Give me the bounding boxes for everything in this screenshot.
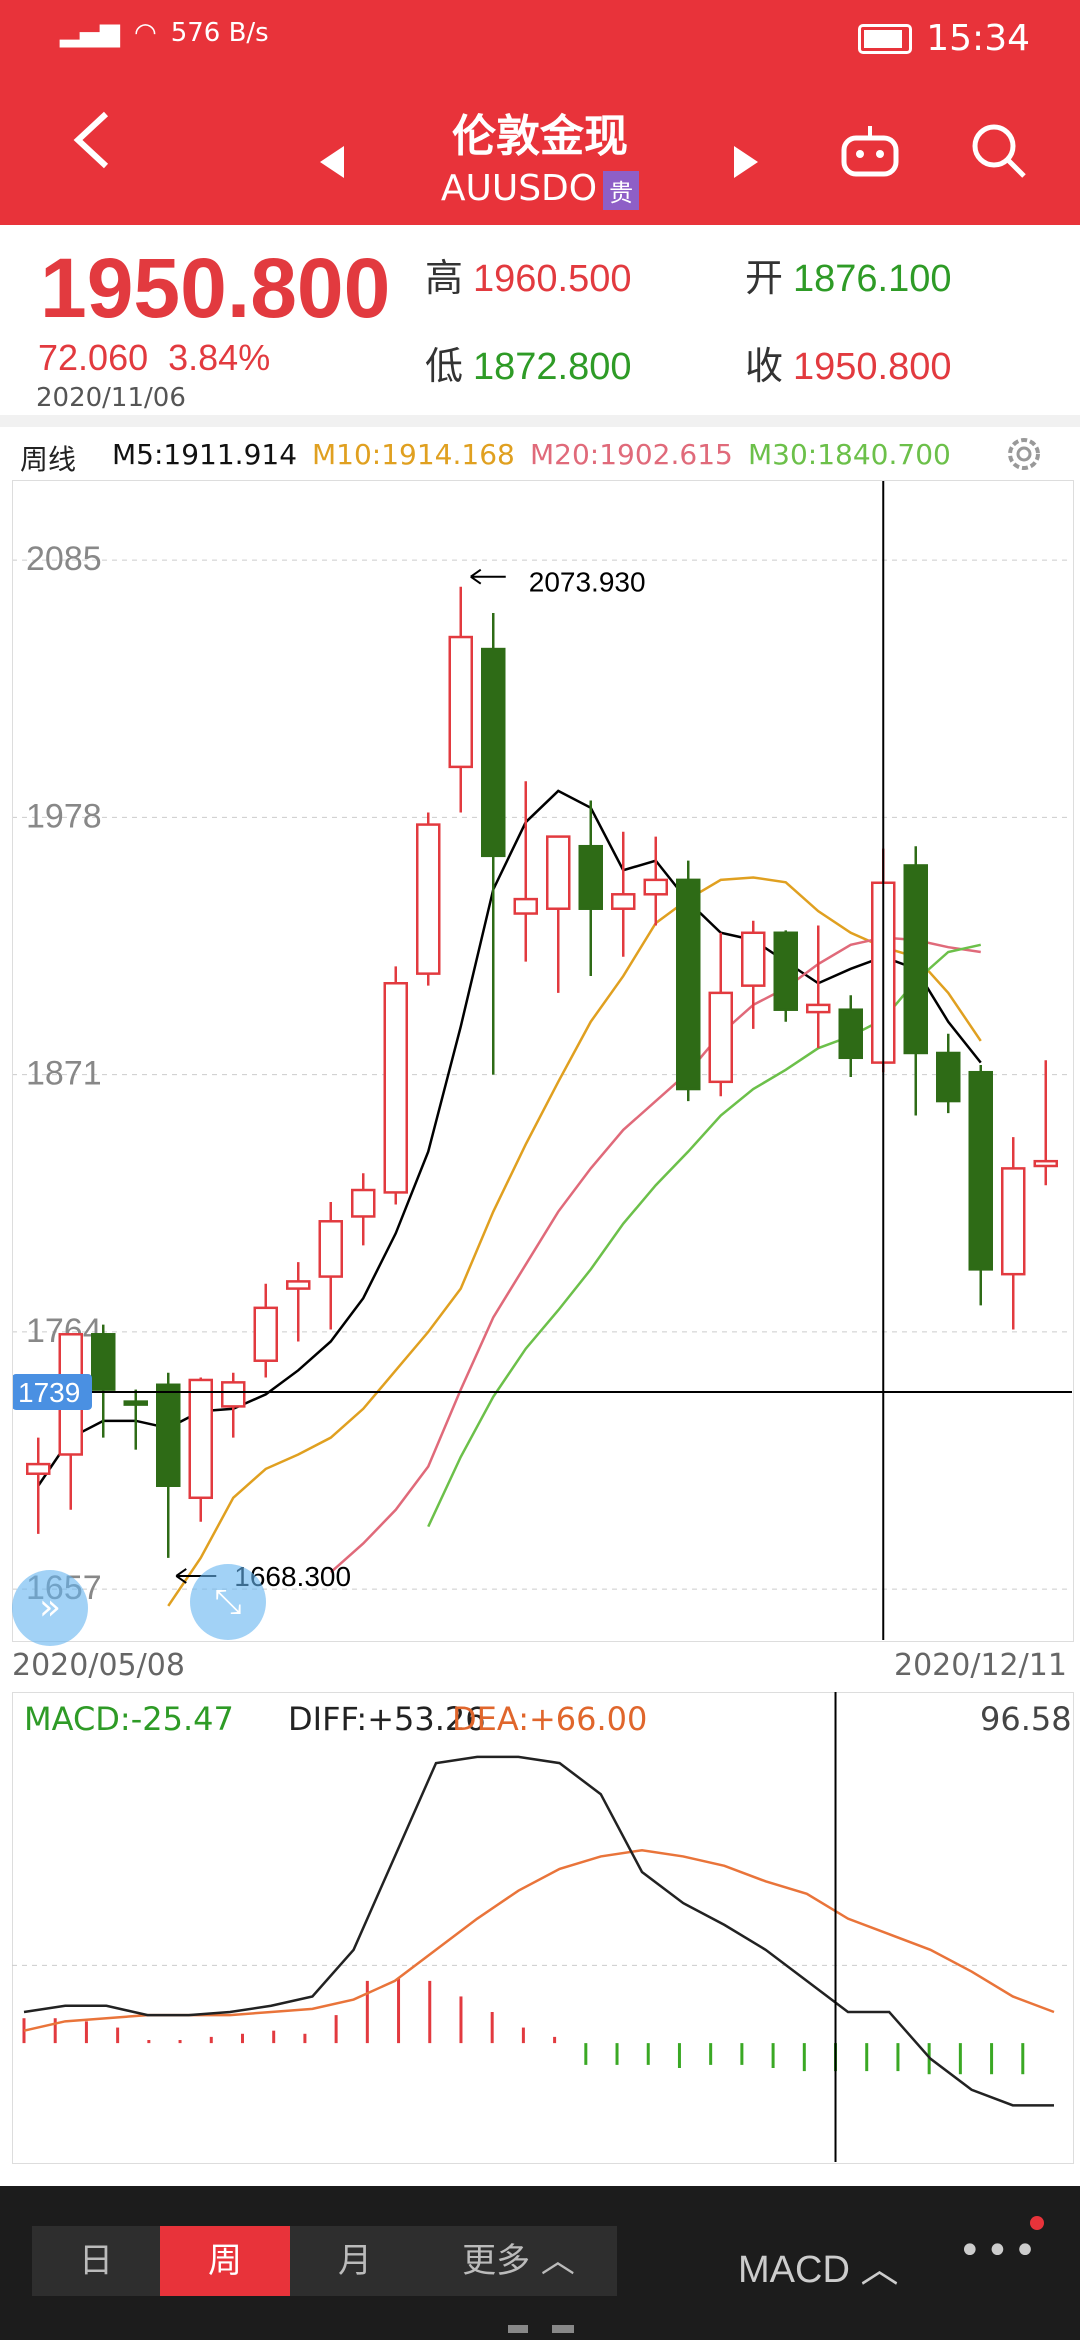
x-end-date: 2020/12/11 xyxy=(894,1648,1067,1683)
chevron-up-icon: ︿ xyxy=(540,2241,575,2281)
macd-value: MACD:-25.47 xyxy=(24,1700,234,1738)
period-label: 周线 xyxy=(20,443,77,476)
close-field: 收 1950.800 xyxy=(745,335,952,390)
m30-label: M30:1840.700 xyxy=(748,438,951,471)
diff-line xyxy=(23,1755,1054,2107)
more-menu-button[interactable]: ••• xyxy=(958,2228,1041,2274)
indicator-selector[interactable]: MACD ︿ xyxy=(738,2238,898,2293)
x-start-date: 2020/05/08 xyxy=(12,1648,185,1683)
status-icons: ▂▄▆ ◠ 576 B/s xyxy=(60,18,269,48)
m20-label: M20:1902.615 xyxy=(530,438,733,471)
separator xyxy=(0,415,1080,427)
open-field: 开 1876.100 xyxy=(745,247,952,302)
dea-line xyxy=(23,1848,1055,2032)
battery-icon xyxy=(858,23,913,54)
search-icon[interactable] xyxy=(968,120,1028,193)
category-badge: 贵 xyxy=(603,170,640,210)
close-label: 收 xyxy=(745,346,784,388)
tab-week[interactable]: 周 xyxy=(160,2226,290,2296)
symbol-name: 伦敦金现 xyxy=(452,111,628,162)
high-value: 1960.500 xyxy=(473,258,632,300)
change-value: 72.060 xyxy=(38,337,149,378)
header: 伦敦金现 AUUSDO 贵 xyxy=(0,80,1080,225)
low-value: 1872.800 xyxy=(473,346,632,388)
fullscreen-button[interactable]: ⤡ xyxy=(190,1564,266,1640)
symbol-code: AUUSDO 贵 xyxy=(0,168,1080,210)
tab-more[interactable]: 更多 ︿ xyxy=(420,2226,617,2296)
m5-label: M5:1911.914 xyxy=(112,438,298,471)
status-bar: ▂▄▆ ◠ 576 B/s 15:34 xyxy=(0,0,1080,80)
low-label: 低 xyxy=(425,346,464,388)
macd-top-value: 96.58 xyxy=(980,1700,1072,1738)
dea-value: DEA:+66.00 xyxy=(452,1700,648,1738)
change-percent: 3.84% xyxy=(168,337,271,378)
nav-indicator xyxy=(552,2325,574,2333)
tab-month[interactable]: 月 xyxy=(290,2226,420,2296)
high-field: 高 1960.500 xyxy=(425,247,632,302)
high-label: 高 xyxy=(425,258,464,300)
bottom-toolbar: 日 周 月 更多 ︿ MACD ︿ ••• xyxy=(0,2186,1080,2340)
open-label: 开 xyxy=(745,258,784,300)
low-field: 低 1872.800 xyxy=(425,335,632,390)
robot-icon[interactable] xyxy=(838,120,902,193)
notification-dot xyxy=(1030,2216,1044,2230)
signal-icon: ▂▄▆ xyxy=(60,18,120,48)
zoom-left-button[interactable]: » xyxy=(12,1570,88,1646)
chevron-up-icon: ︿ xyxy=(860,2249,899,2291)
tab-day[interactable]: 日 xyxy=(32,2226,160,2296)
clock: 15:34 xyxy=(926,18,1030,59)
macd-chart[interactable] xyxy=(12,1692,1072,2162)
candlestick-chart-frame xyxy=(12,480,1074,1642)
network-speed: 576 B/s xyxy=(170,18,269,48)
wifi-icon: ◠ xyxy=(134,18,157,48)
indicator-label: MACD xyxy=(738,2249,850,2291)
next-symbol-icon[interactable] xyxy=(732,130,760,193)
symbol-code-text: AUUSDO xyxy=(440,168,598,209)
settings-gear-icon[interactable] xyxy=(1002,432,1046,483)
quote-panel: 1950.800 72.060 3.84% 2020/11/06 高 1960.5… xyxy=(0,225,1080,415)
close-value: 1950.800 xyxy=(793,346,952,388)
last-price: 1950.800 xyxy=(40,241,391,335)
tab-more-label: 更多 xyxy=(462,2241,531,2281)
nav-indicator xyxy=(508,2325,528,2333)
ma-legend: 周线 M5:1911.914 M10:1914.168 M20:1902.615… xyxy=(0,430,1080,480)
period-tabs: 日 周 月 更多 ︿ xyxy=(32,2226,617,2296)
m10-label: M10:1914.168 xyxy=(312,438,515,471)
change-row: 72.060 3.84% xyxy=(38,337,270,379)
open-value: 1876.100 xyxy=(793,258,952,300)
quote-date: 2020/11/06 xyxy=(36,383,186,413)
